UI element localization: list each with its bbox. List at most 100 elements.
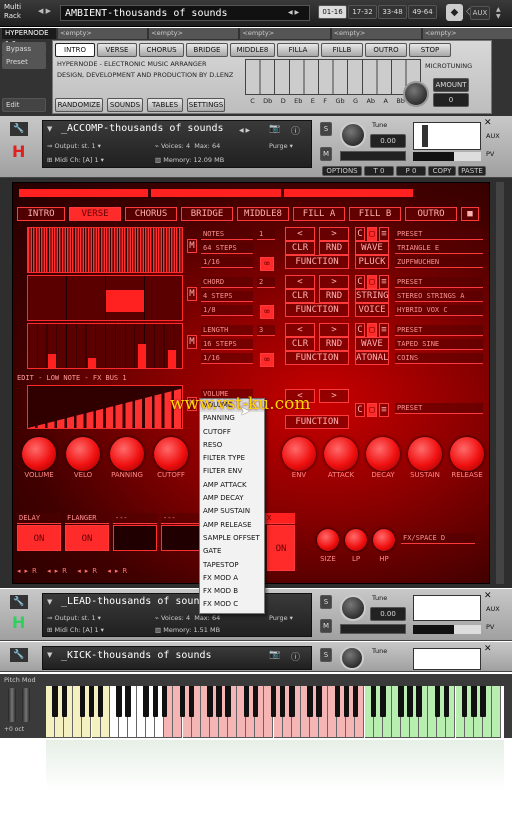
menu-item-amp-release[interactable]: AMP RELEASE <box>200 519 264 532</box>
black-key[interactable] <box>407 686 413 717</box>
fx-empty-3[interactable] <box>113 525 157 551</box>
tab-outro[interactable]: OUTRO <box>365 43 407 57</box>
row-clear-button[interactable]: CLR <box>285 289 315 303</box>
collapse-icon[interactable]: ▼ <box>47 125 52 133</box>
camera-icon[interactable]: 📷 <box>269 124 280 134</box>
black-key[interactable] <box>461 686 468 717</box>
menu-item-fx-mod-a[interactable]: FX MOD A <box>200 572 264 585</box>
volume-menu-icon[interactable]: ≡ <box>379 403 389 417</box>
row-rate-select[interactable]: 1/16 <box>201 257 253 268</box>
row-link-icon[interactable]: ∞ <box>260 353 274 367</box>
row-arrow-left[interactable]: < <box>285 227 315 241</box>
row-menu-icon[interactable]: ≡ <box>379 323 389 337</box>
row-source-select[interactable]: NOTES <box>201 229 253 240</box>
black-key[interactable] <box>143 686 149 717</box>
row-arrow-left[interactable]: < <box>285 323 315 337</box>
close-icon[interactable]: ✕ <box>484 118 492 128</box>
pv-label[interactable]: PV <box>486 623 494 631</box>
pan-slider[interactable] <box>340 624 406 634</box>
row-sound-b-select[interactable]: HYBRID VOX C <box>395 305 483 316</box>
amount-knob[interactable] <box>403 81 429 107</box>
volume-ramp-sequencer[interactable] <box>27 385 183 429</box>
sounds-button[interactable]: SOUNDS <box>107 98 143 112</box>
menu-item-amp-sustain[interactable]: AMP SUSTAIN <box>200 505 264 518</box>
menu-item-tapestop[interactable]: TAPESTOP <box>200 559 264 572</box>
white-key[interactable] <box>491 686 501 738</box>
pv-label[interactable]: PV <box>486 150 494 158</box>
bypass-button[interactable]: Bypass <box>2 42 46 56</box>
step-sequencer[interactable] <box>27 227 183 273</box>
decay-knob[interactable] <box>366 437 400 471</box>
row-clear-button[interactable]: CLR <box>285 241 315 255</box>
rack-prev-next[interactable]: ◀ ▶ <box>288 9 299 16</box>
wrench-icon[interactable]: 🔧 <box>10 595 28 609</box>
black-key[interactable] <box>116 686 122 717</box>
row-type-button[interactable]: VOICE <box>355 303 389 317</box>
instrument-title[interactable]: _KICK-thousands of sounds <box>61 650 212 661</box>
section-middle8[interactable]: MIDDLE8 <box>237 207 289 221</box>
menu-item-sample-offset[interactable]: SAMPLE OFFSET <box>200 532 264 545</box>
black-key[interactable] <box>79 686 86 717</box>
black-key[interactable] <box>279 686 286 717</box>
midi-value[interactable]: [A] 1 <box>83 156 99 164</box>
row-m-button[interactable]: M <box>187 287 197 301</box>
edit-button[interactable]: Edit <box>2 98 46 112</box>
black-key[interactable] <box>188 686 195 717</box>
instrument-title[interactable]: _ACCOMP-thousands of sounds <box>61 123 224 134</box>
volume-c-button[interactable]: C <box>355 403 365 417</box>
tune-knob[interactable] <box>340 122 366 148</box>
fx-transport[interactable]: ◂▸R ◂▸R ◂▸R ◂▸R <box>17 567 207 577</box>
menu-item-panning[interactable]: PANNING <box>200 412 264 425</box>
row-m-button[interactable]: M <box>187 239 197 253</box>
rack-scroll-icon[interactable]: ▲ ▼ <box>496 6 501 20</box>
black-key[interactable] <box>334 686 340 717</box>
row-arrow-right[interactable]: > <box>319 323 349 337</box>
volume-copy-icon[interactable]: ▢ <box>367 403 377 417</box>
row-m-button[interactable]: M <box>187 335 197 349</box>
row-rate-select[interactable]: 1/16 <box>201 353 253 364</box>
menu-item-amp-attack[interactable]: AMP ATTACK <box>200 479 264 492</box>
row-rate-select[interactable]: 1/8 <box>201 305 253 316</box>
row-menu-icon[interactable]: ≡ <box>379 227 389 241</box>
space-select[interactable]: FX/SPACE D <box>401 533 475 544</box>
hp-knob[interactable] <box>373 529 395 551</box>
volume-function-button[interactable]: FUNCTION <box>285 415 349 429</box>
fx-slot-flanger[interactable]: FLANGER <box>65 513 109 524</box>
row-function-button[interactable]: FUNCTION <box>285 351 349 365</box>
row-number-select[interactable]: 3 <box>257 325 275 336</box>
black-key[interactable] <box>316 686 322 717</box>
row-wave-button[interactable]: WAVE <box>355 337 389 351</box>
row-source-select[interactable]: CHORD <box>201 277 253 288</box>
section-chorus[interactable]: CHORUS <box>125 207 177 221</box>
range-17-32[interactable]: 17-32 <box>348 5 377 19</box>
wrench-icon[interactable]: 🔧 <box>10 122 28 136</box>
row-steps-select[interactable]: 4 STEPS <box>201 291 253 302</box>
kontakt-logo-icon[interactable]: ◆ <box>446 4 463 21</box>
info-icon[interactable]: ⓘ <box>291 650 300 663</box>
tune-value[interactable]: 0.00 <box>370 134 406 148</box>
aux-label[interactable]: AUX <box>486 605 500 613</box>
row-sound-a-select[interactable]: TRIANGLE E <box>395 243 483 254</box>
black-key[interactable] <box>88 686 95 717</box>
tab-intro[interactable]: INTRO <box>55 43 95 57</box>
piano-keys[interactable] <box>46 686 504 738</box>
section-fillb[interactable]: FILL B <box>349 207 401 221</box>
black-key[interactable] <box>416 686 422 717</box>
row-random-button[interactable]: RND <box>319 241 349 255</box>
black-key[interactable] <box>216 686 222 717</box>
purge-button[interactable]: Purge ▾ <box>269 142 293 150</box>
fx-on-button-1[interactable]: ON <box>17 525 61 551</box>
solo-button[interactable]: S <box>320 122 332 136</box>
output-value[interactable]: st. 1 <box>81 614 95 622</box>
collapse-icon[interactable]: ▼ <box>47 598 52 606</box>
release-knob[interactable] <box>450 437 484 471</box>
collapse-icon[interactable]: ▼ <box>47 651 52 659</box>
black-key[interactable] <box>352 686 359 717</box>
row-c-button[interactable]: C <box>355 275 365 289</box>
row-sound-b-select[interactable]: COINS <box>395 353 483 364</box>
section-bridge[interactable]: BRIDGE <box>181 207 233 221</box>
amount-value[interactable]: 0 <box>433 93 469 107</box>
midi-value[interactable]: [A] 1 <box>83 626 99 634</box>
rack-left-arrows[interactable]: ◀ ▶ <box>38 7 51 15</box>
tune-value[interactable]: 0.00 <box>370 607 406 621</box>
